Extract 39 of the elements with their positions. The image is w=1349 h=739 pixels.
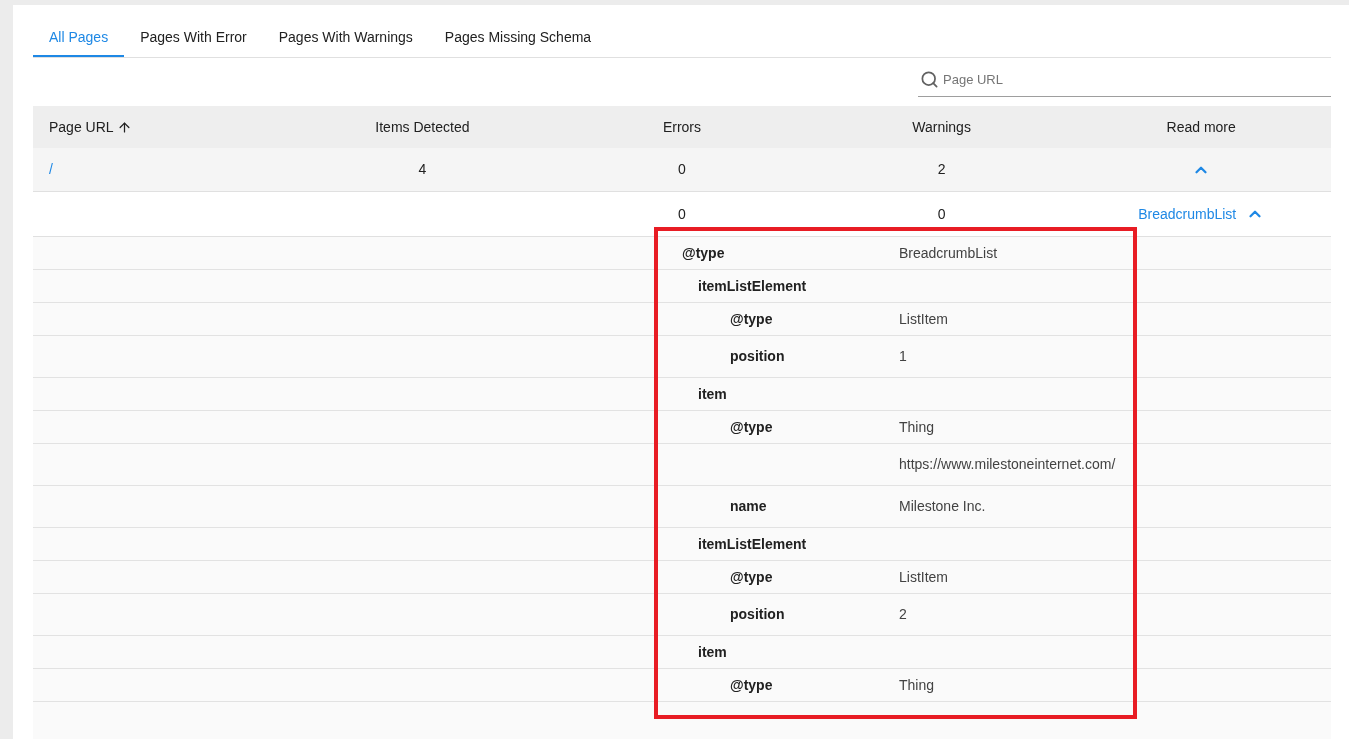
property-value: BreadcrumbList [899,243,998,263]
table-cell-text: 0 [678,204,686,224]
property-value: 1 [899,347,907,366]
column-header[interactable]: Warnings [912,116,971,138]
property-key: @type [730,674,773,696]
column-header[interactable]: Read more [1166,116,1236,138]
tab[interactable]: Pages With Warnings [262,19,429,57]
tab[interactable]: Pages With Error [124,19,263,57]
property-key: name [730,496,767,517]
property-value: ListItem [899,567,948,587]
property-value: ListItem [899,309,948,329]
column-header[interactable]: Items Detected [375,116,470,138]
property-key: itemListElement [698,533,807,555]
page-url-link[interactable]: / [49,159,53,180]
property-value: Thing [899,675,935,695]
property-key: position [730,604,785,625]
tab[interactable]: Pages Missing Schema [428,19,608,57]
property-key: item [698,641,727,663]
property-value: Thing [899,417,935,437]
schema-type-link[interactable]: BreadcrumbList [1138,203,1265,225]
property-key: @type [730,416,773,438]
table-cell-text: 2 [937,160,946,179]
property-value: https://www.milestoneinternet.com/ [899,455,1116,474]
table-cell-text: 0 [937,204,946,224]
property-key: @type [730,308,773,330]
tab[interactable]: All Pages [33,19,125,57]
property-value: Milestone Inc. [899,497,986,516]
property-key: item [698,383,727,405]
column-header[interactable]: Page URL [49,116,114,138]
property-value: 2 [899,605,907,624]
property-key: @type [730,566,773,588]
search-icon [920,70,939,89]
property-key: position [730,346,785,367]
property-key: @type [682,242,725,264]
table-cell-text: 0 [678,160,686,179]
column-header[interactable]: Errors [662,116,702,138]
search-field[interactable]: Page URL [918,63,1331,97]
table-cell-text: 4 [418,160,427,179]
property-key: itemListElement [698,275,807,297]
